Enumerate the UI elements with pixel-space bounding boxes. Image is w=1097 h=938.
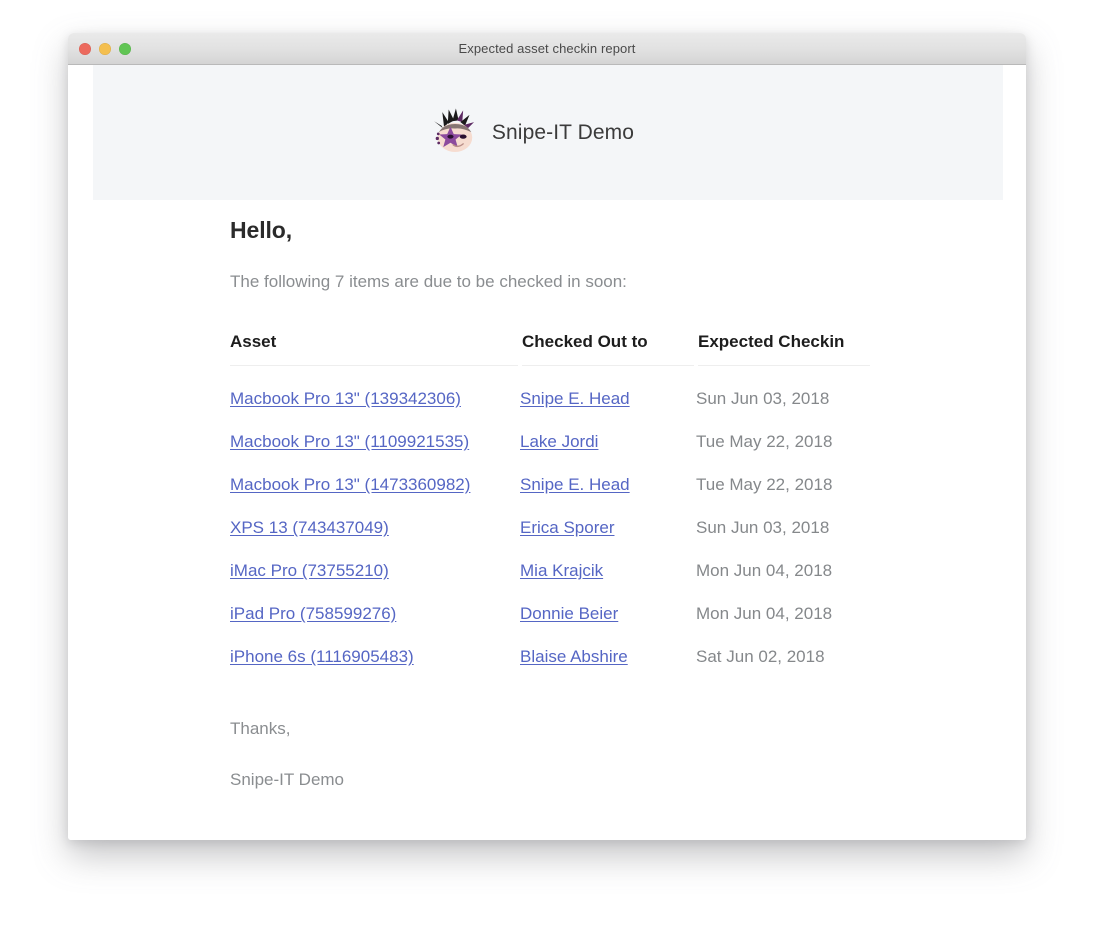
email-header-band: Snipe-IT Demo <box>93 65 1003 200</box>
email-signoff: Thanks, Snipe-IT Demo <box>230 719 930 790</box>
user-link[interactable]: Donnie Beier <box>520 604 618 623</box>
table-row: iMac Pro (73755210) Mia Krajcik Mon Jun … <box>230 538 870 581</box>
table-header-row: Asset Checked Out to Expected Checkin <box>230 332 870 366</box>
cell-user: Erica Sporer <box>520 495 696 538</box>
snipe-it-punk-logo-icon <box>426 104 484 162</box>
user-link[interactable]: Blaise Abshire <box>520 647 628 666</box>
cell-expected-checkin: Sun Jun 03, 2018 <box>696 518 830 537</box>
brand-name: Snipe-IT Demo <box>491 120 635 144</box>
cell-asset: iPad Pro (758599276) <box>230 581 520 624</box>
cell-user: Snipe E. Head <box>520 366 696 410</box>
table-header: Asset Checked Out to Expected Checkin <box>230 332 870 366</box>
window-title: Expected asset checkin report <box>458 41 636 56</box>
user-link[interactable]: Mia Krajcik <box>520 561 603 580</box>
email-content: Hello, The following 7 items are due to … <box>230 217 930 790</box>
cell-expected-checkin: Mon Jun 04, 2018 <box>696 604 833 623</box>
cell-user: Lake Jordi <box>520 409 696 452</box>
cell-asset: iMac Pro (73755210) <box>230 538 520 581</box>
greeting-heading: Hello, <box>230 217 293 243</box>
cell-asset: iPhone 6s (1116905483) <box>230 624 520 667</box>
user-link[interactable]: Erica Sporer <box>520 518 614 537</box>
asset-link[interactable]: iPad Pro (758599276) <box>230 604 396 623</box>
asset-link[interactable]: iPhone 6s (1116905483) <box>230 647 414 666</box>
expected-checkin-table: Asset Checked Out to Expected Checkin Ma… <box>230 332 870 667</box>
user-link[interactable]: Lake Jordi <box>520 432 598 451</box>
cell-user: Blaise Abshire <box>520 624 696 667</box>
column-header-asset: Asset <box>230 332 520 366</box>
cell-user: Mia Krajcik <box>520 538 696 581</box>
cell-expected-checkin: Tue May 22, 2018 <box>696 432 833 451</box>
table-body: Macbook Pro 13" (139342306) Snipe E. Hea… <box>230 366 870 668</box>
app-window: Expected asset checkin report Snipe-IT D… <box>68 33 1026 840</box>
close-button[interactable] <box>79 42 91 55</box>
brand-lockup: Snipe-IT Demo <box>426 104 634 162</box>
cell-expected-checkin: Tue May 22, 2018 <box>696 475 833 494</box>
user-link[interactable]: Snipe E. Head <box>520 475 630 494</box>
cell-user: Donnie Beier <box>520 581 696 624</box>
table-row: Macbook Pro 13" (139342306) Snipe E. Hea… <box>230 366 870 410</box>
cell-user: Snipe E. Head <box>520 452 696 495</box>
asset-link[interactable]: Macbook Pro 13" (1109921535) <box>230 432 469 451</box>
cell-asset: Macbook Pro 13" (1109921535) <box>230 409 520 452</box>
window-titlebar: Expected asset checkin report <box>68 33 1026 65</box>
cell-expected-checkin: Sat Jun 02, 2018 <box>696 647 825 666</box>
user-link[interactable]: Snipe E. Head <box>520 389 630 408</box>
table-row: Macbook Pro 13" (1109921535) Lake Jordi … <box>230 409 870 452</box>
asset-link[interactable]: Macbook Pro 13" (1473360982) <box>230 475 470 494</box>
asset-link[interactable]: iMac Pro (73755210) <box>230 561 389 580</box>
cell-asset: Macbook Pro 13" (139342306) <box>230 366 520 410</box>
asset-link[interactable]: Macbook Pro 13" (139342306) <box>230 389 461 408</box>
zoom-button[interactable] <box>119 42 131 55</box>
cell-asset: Macbook Pro 13" (1473360982) <box>230 452 520 495</box>
table-row: Macbook Pro 13" (1473360982) Snipe E. He… <box>230 452 870 495</box>
table-row: iPad Pro (758599276) Donnie Beier Mon Ju… <box>230 581 870 624</box>
cell-expected-checkin: Sun Jun 03, 2018 <box>696 389 830 408</box>
asset-link[interactable]: XPS 13 (743437049) <box>230 518 389 537</box>
table-row: XPS 13 (743437049) Erica Sporer Sun Jun … <box>230 495 870 538</box>
cell-expected-checkin: Mon Jun 04, 2018 <box>696 561 833 580</box>
signoff-thanks: Thanks, <box>230 719 291 738</box>
column-header-checked-out-to: Checked Out to <box>518 332 696 366</box>
cell-asset: XPS 13 (743437049) <box>230 495 520 538</box>
window-traffic-lights <box>79 33 131 64</box>
column-header-expected-checkin: Expected Checkin <box>694 332 870 366</box>
email-body: Snipe-IT Demo Hello, The following 7 ite… <box>68 65 1026 840</box>
signoff-sender: Snipe-IT Demo <box>230 770 345 789</box>
intro-text: The following 7 items are due to be chec… <box>230 272 627 291</box>
table-row: iPhone 6s (1116905483) Blaise Abshire Sa… <box>230 624 870 667</box>
minimize-button[interactable] <box>99 42 111 55</box>
